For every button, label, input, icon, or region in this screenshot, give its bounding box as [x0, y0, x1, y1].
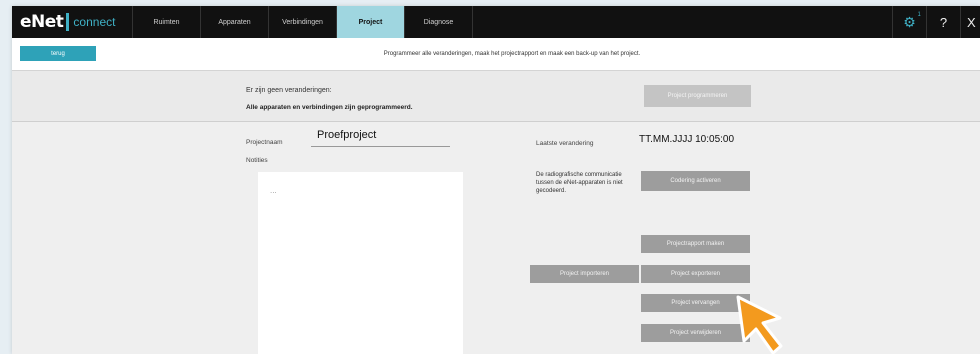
- program-project-button[interactable]: Project programmeren: [644, 85, 751, 107]
- status-detail: Alle apparaten en verbindingen zijn gepr…: [246, 104, 413, 111]
- instruction-text: Programmeer alle veranderingen, maak het…: [383, 51, 641, 57]
- encryption-status-text: De radiografische communicatie tussen de…: [536, 172, 623, 194]
- tab-ruimten[interactable]: Ruimten: [132, 6, 200, 38]
- create-report-button[interactable]: Projectrapport maken: [641, 235, 750, 253]
- settings-button[interactable]: ⚙ 1: [892, 6, 926, 38]
- logo-text: eNet: [20, 12, 64, 32]
- programming-status-panel: Er zijn geen veranderingen: Alle apparat…: [12, 71, 980, 122]
- last-change-label: Laatste verandering: [536, 140, 594, 147]
- sub-toolbar: terug Programmeer alle veranderingen, ma…: [12, 38, 980, 71]
- status-line: Er zijn geen veranderingen:: [246, 87, 332, 94]
- tab-verbindingen[interactable]: Verbindingen: [268, 6, 336, 38]
- gear-icon: ⚙ 1: [903, 11, 921, 30]
- logo-bar: [66, 13, 70, 31]
- pointer-cursor-icon: [736, 295, 783, 354]
- import-project-button[interactable]: Project importeren: [530, 265, 639, 283]
- activate-encryption-button[interactable]: Codering activeren: [641, 171, 750, 191]
- notes-text: ...: [270, 186, 277, 195]
- project-name-label: Projectnaam: [246, 139, 283, 146]
- last-change-value: TT.MM.JJJJ 10:05:00: [639, 134, 735, 145]
- notes-textarea[interactable]: ...: [258, 172, 463, 354]
- tab-project[interactable]: Project: [336, 6, 404, 38]
- notes-label: Notities: [246, 157, 268, 164]
- export-project-button[interactable]: Project exporteren: [641, 265, 750, 283]
- logo-subtext: connect: [73, 15, 116, 29]
- tab-apparaten[interactable]: Apparaten: [200, 6, 268, 38]
- tab-diagnose[interactable]: Diagnose: [404, 6, 472, 38]
- app-window: eNet connect Ruimten Apparaten Verbindin…: [12, 6, 980, 354]
- project-name-field[interactable]: Proefproject: [311, 129, 450, 147]
- back-button[interactable]: terug: [20, 46, 96, 61]
- close-button[interactable]: X: [960, 6, 980, 38]
- top-navigation: eNet connect Ruimten Apparaten Verbindin…: [12, 6, 980, 38]
- enet-logo: eNet connect: [12, 6, 132, 38]
- settings-badge: 1: [917, 11, 921, 18]
- help-button[interactable]: ?: [926, 6, 960, 38]
- nav-spacer: [472, 6, 892, 38]
